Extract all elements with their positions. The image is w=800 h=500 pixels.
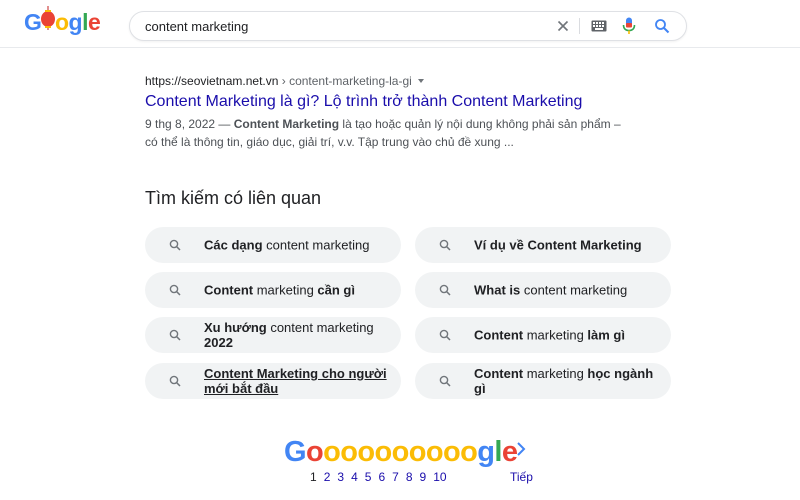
result-title-link[interactable]: Content Marketing là gì? Lộ trình trở th…	[145, 93, 665, 111]
page-number-link[interactable]: 3	[337, 470, 344, 484]
search-divider	[579, 18, 580, 34]
related-search-chip[interactable]: Các dạng content marketing	[145, 227, 401, 263]
page-number-link[interactable]: 10	[433, 470, 446, 484]
related-searches-title: Tìm kiếm có liên quan	[145, 188, 322, 208]
related-search-chip[interactable]: What is content marketing	[415, 272, 671, 308]
search-input[interactable]	[145, 16, 535, 36]
keyboard-icon[interactable]	[591, 20, 607, 32]
related-search-label: Content marketing làm gì	[474, 327, 625, 343]
search-icon	[439, 329, 451, 341]
related-search-chip[interactable]: Xu hướng content marketing 2022	[145, 317, 401, 353]
page-number-link[interactable]: 7	[392, 470, 399, 484]
page-numbers: 1 2 3 4 5 6 7 8 9 10	[310, 470, 454, 484]
page-number-link[interactable]: 5	[365, 470, 372, 484]
related-search-label: Ví dụ về Content Marketing	[474, 237, 642, 253]
related-search-label: Xu hướng content marketing 2022	[204, 320, 374, 350]
page-number-link[interactable]: 2	[324, 470, 331, 484]
result-domain: https://seovietnam.net.vn	[145, 74, 279, 88]
related-search-label: Content marketing cần gì	[204, 282, 355, 298]
related-search-chip[interactable]: Content marketing cần gì	[145, 272, 401, 308]
microphone-icon[interactable]	[622, 17, 636, 35]
pagination-logo: Goooooooooogle	[284, 436, 518, 468]
related-search-chip[interactable]: Content Marketing cho người mới bắt đầu	[145, 363, 401, 399]
next-page-link[interactable]: Tiếp	[510, 470, 533, 484]
related-search-label: Content marketing học ngành gì	[474, 366, 654, 396]
related-search-label: Content Marketing cho người mới bắt đầu	[204, 366, 387, 396]
search-icon	[439, 284, 451, 296]
result-snippet: 9 thg 8, 2022 — Content Marketing là tạo…	[145, 115, 635, 151]
search-result: https://seovietnam.net.vn › content-mark…	[145, 74, 665, 151]
search-icon	[169, 239, 181, 251]
google-logo[interactable]: Google	[24, 9, 101, 36]
header-bar: Google	[0, 0, 800, 48]
more-options-caret-icon[interactable]	[417, 79, 424, 83]
clear-icon[interactable]	[555, 18, 571, 34]
page-number-link[interactable]: 6	[378, 470, 385, 484]
related-search-chip[interactable]: Ví dụ về Content Marketing	[415, 227, 671, 263]
search-icon	[169, 284, 181, 296]
search-box[interactable]	[129, 11, 687, 41]
search-icon	[439, 375, 451, 387]
related-search-label: Các dạng content marketing	[204, 237, 370, 253]
related-search-chip[interactable]: Content marketing học ngành gì	[415, 363, 671, 399]
result-url[interactable]: https://seovietnam.net.vn › content-mark…	[145, 74, 665, 88]
page-number-link[interactable]: 4	[351, 470, 358, 484]
search-icon[interactable]	[654, 18, 670, 34]
result-path: › content-marketing-la-gi	[278, 74, 412, 88]
next-page-chevron-icon[interactable]	[516, 442, 526, 456]
page-number-link[interactable]: 9	[420, 470, 427, 484]
lantern-doodle-icon[interactable]	[40, 6, 56, 30]
related-search-chip[interactable]: Content marketing làm gì	[415, 317, 671, 353]
search-icon	[439, 239, 451, 251]
result-date: 9 thg 8, 2022 —	[145, 117, 234, 131]
snippet-bold-text: Content Marketing	[233, 117, 340, 131]
related-search-label: What is content marketing	[474, 282, 628, 298]
search-icon	[169, 375, 181, 387]
page-number-link: 1	[310, 470, 317, 484]
page-number-link[interactable]: 8	[406, 470, 413, 484]
search-icon	[169, 329, 181, 341]
pagination: Goooooooooogle 1 2 3 4 5 6 7 8 9 10 Tiếp	[0, 432, 800, 492]
